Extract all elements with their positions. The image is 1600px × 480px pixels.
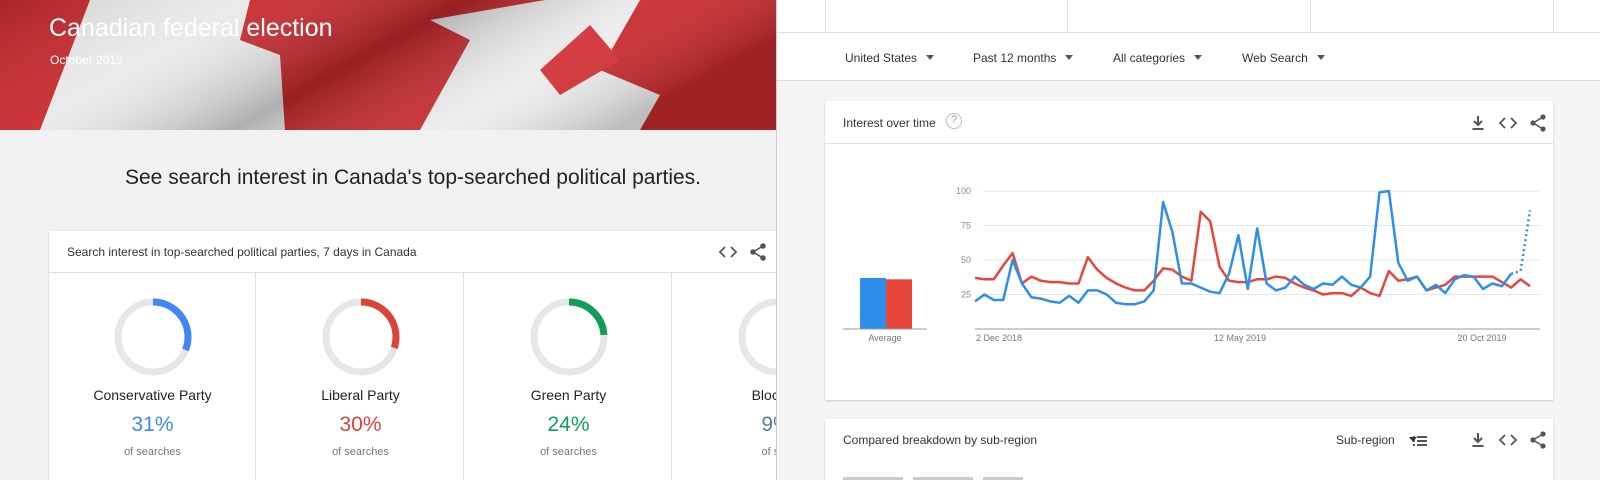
party-percent: 9% — [761, 413, 776, 436]
party-conservative[interactable]: Conservative Party 31% of searches — [49, 273, 256, 480]
party-percent-caption: of searches — [540, 446, 597, 458]
embed-icon[interactable] — [715, 240, 741, 264]
sub-region-breakdown-card: Compared breakdown by sub-region Sub-reg… — [825, 419, 1553, 480]
embed-icon[interactable] — [1496, 111, 1520, 135]
term-cell[interactable] — [1553, 0, 1554, 32]
help-icon[interactable]: ? — [946, 113, 962, 129]
period-filter[interactable]: Past 12 months — [973, 51, 1074, 65]
series-line-partial — [1510, 210, 1532, 275]
caret-down-icon — [1316, 55, 1325, 60]
share-icon[interactable] — [745, 240, 771, 264]
card-title: Search interest in top-searched politica… — [67, 245, 417, 259]
sub-region-select[interactable]: Sub-region — [1336, 433, 1417, 447]
donut-chart — [114, 298, 192, 376]
caret-down-icon — [1065, 55, 1074, 60]
party-name: Bloc Qu — [751, 387, 776, 403]
page-headline: See search interest in Canada's top-sear… — [125, 166, 701, 189]
country-filter[interactable]: United States — [845, 51, 935, 65]
filter-bar: United States Past 12 months All categor… — [777, 32, 1600, 81]
party-percent: 24% — [547, 413, 590, 436]
donut-arc — [738, 298, 776, 376]
embed-icon[interactable] — [1496, 428, 1520, 452]
election-panel: Canadian federal election October 2019 S… — [0, 0, 776, 480]
party-interest-card: Search interest in top-searched politica… — [49, 231, 776, 480]
average-bar — [860, 277, 886, 329]
party-percent-caption: of sea — [761, 446, 776, 458]
download-icon[interactable] — [1466, 111, 1490, 135]
donut-chart — [738, 298, 776, 376]
party-percent-caption: of searches — [124, 446, 181, 458]
download-icon[interactable] — [1466, 428, 1490, 452]
term-cell[interactable] — [825, 0, 826, 32]
x-tick-label: 2 Dec 2018 — [976, 333, 1022, 343]
average-label: Average — [868, 333, 901, 343]
share-icon[interactable] — [1526, 111, 1550, 135]
party-name: Liberal Party — [321, 387, 400, 403]
party-percent-caption: of searches — [332, 446, 389, 458]
party-bloc-quebecois[interactable]: Bloc Qu 9% of sea — [673, 273, 776, 480]
term-cell[interactable] — [1067, 0, 1068, 32]
average-bar — [886, 279, 912, 329]
party-liberal[interactable]: Liberal Party 30% of searches — [257, 273, 464, 480]
party-percent: 31% — [131, 413, 174, 436]
hero-date: October 2019 — [50, 53, 123, 67]
y-tick-label: 75 — [961, 221, 971, 231]
donut-chart — [530, 298, 608, 376]
donut-chart — [322, 298, 400, 376]
search-type-filter-label: Web Search — [1242, 51, 1308, 65]
card-title: Interest over time — [843, 116, 936, 130]
share-icon[interactable] — [1526, 428, 1550, 452]
sub-region-select-label: Sub-region — [1336, 433, 1395, 447]
series-line — [974, 189, 1513, 306]
caret-down-icon — [1194, 55, 1203, 60]
interest-line-chart: 25 50 75 100 2 Dec 2018 12 May 2019 20 Oct 201… — [843, 186, 1540, 343]
list-icon[interactable] — [1408, 428, 1432, 452]
party-name: Green Party — [530, 387, 607, 403]
search-type-filter[interactable]: Web Search — [1242, 51, 1325, 65]
caret-down-icon — [926, 55, 935, 60]
hero-title: Canadian federal election — [49, 14, 333, 42]
category-filter-label: All categories — [1113, 51, 1186, 65]
compare-terms-strip — [777, 0, 1600, 32]
hero-banner: Canadian federal election October 2019 — [0, 0, 776, 130]
x-tick-label: 20 Oct 2019 — [1457, 333, 1506, 343]
party-green[interactable]: Green Party 24% of searches — [465, 273, 672, 480]
category-filter[interactable]: All categories — [1113, 51, 1203, 65]
card-title: Compared breakdown by sub-region — [843, 433, 1038, 447]
term-cell[interactable] — [1310, 0, 1311, 32]
country-filter-label: United States — [845, 51, 918, 65]
party-name: Conservative Party — [93, 387, 212, 403]
y-tick-label: 100 — [956, 186, 971, 196]
y-tick-label: 50 — [961, 255, 971, 265]
party-percent: 30% — [339, 413, 382, 436]
google-trends-panel: United States Past 12 months All categor… — [776, 0, 1600, 480]
period-filter-label: Past 12 months — [973, 51, 1057, 65]
x-tick-label: 12 May 2019 — [1214, 333, 1266, 343]
interest-over-time-card: Interest over time ? 25 50 75 100 2 Dec 2018… — [825, 101, 1553, 400]
y-tick-label: 25 — [961, 290, 971, 300]
